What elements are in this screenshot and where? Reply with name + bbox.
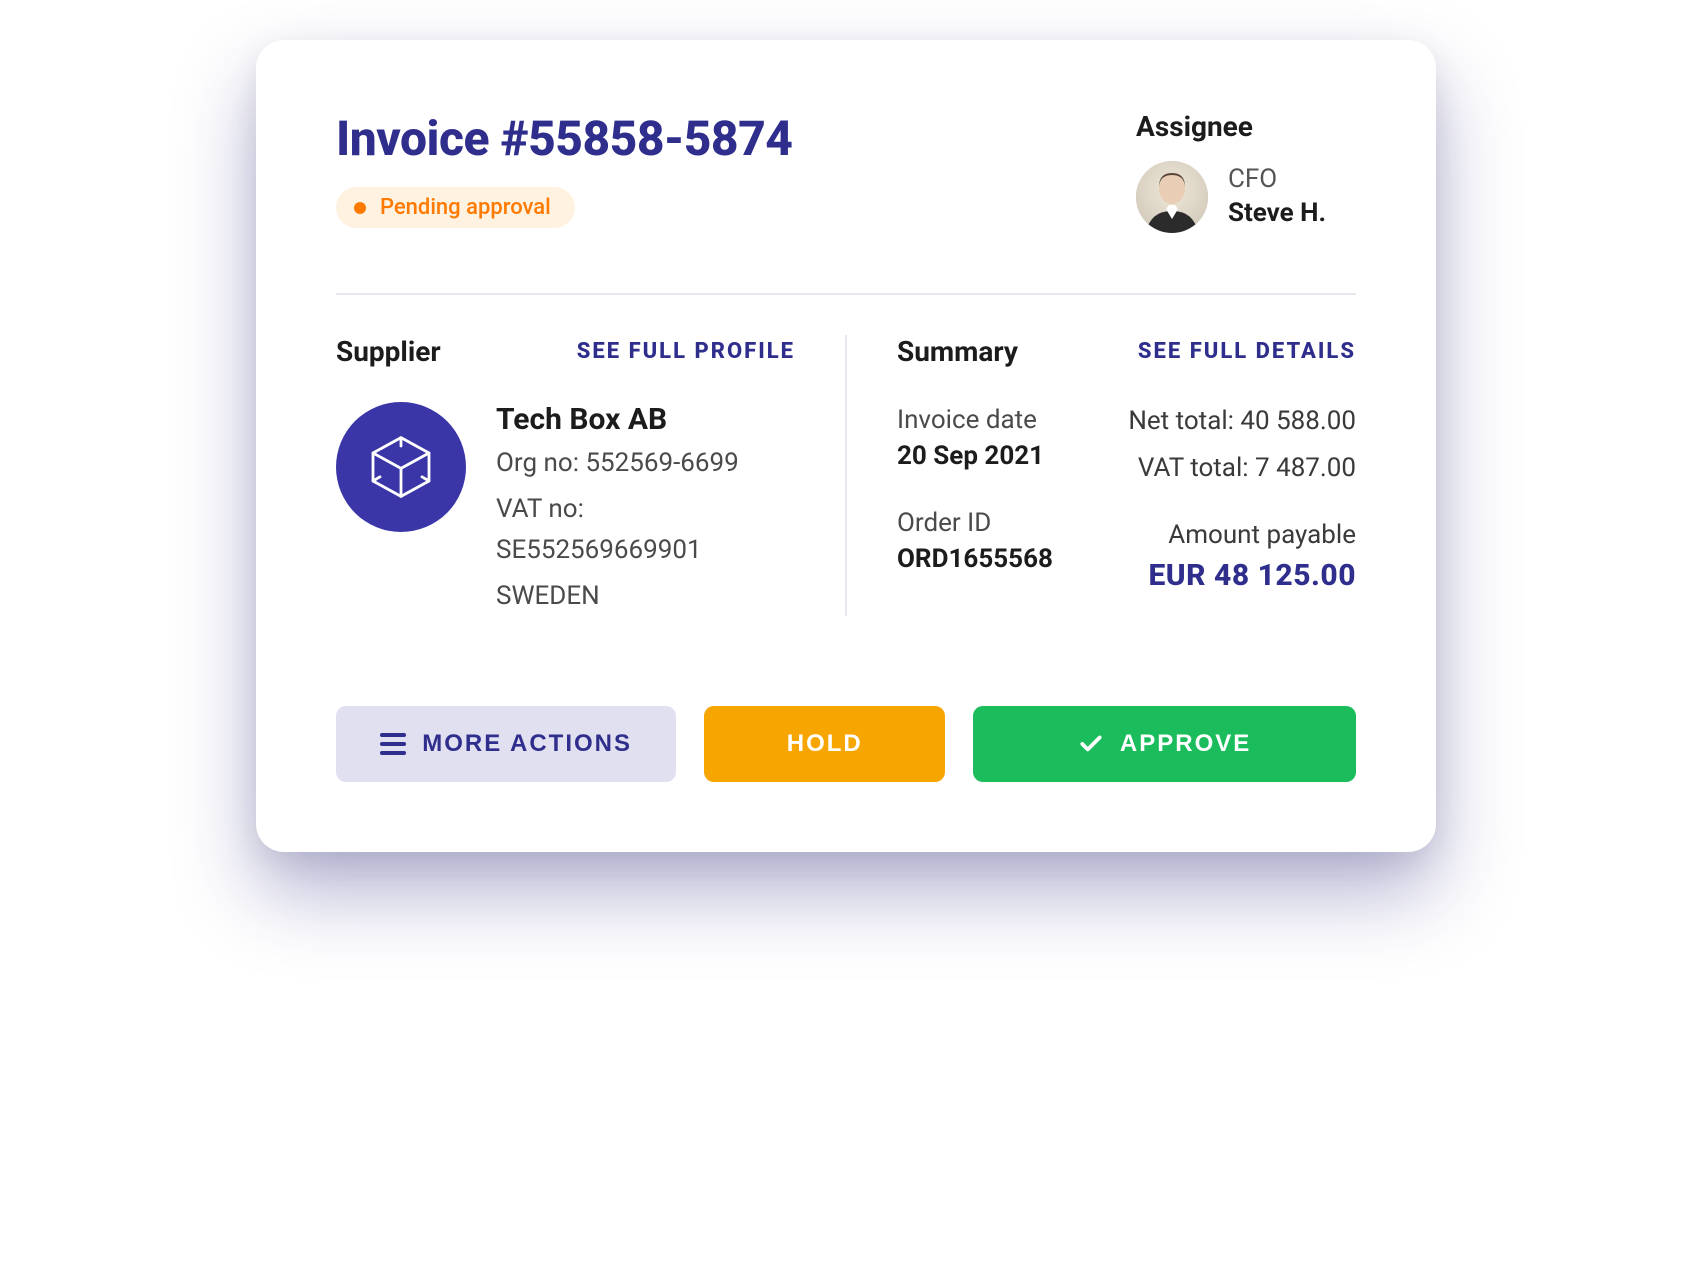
page-title: Invoice #55858-5874 [336, 110, 1136, 167]
title-block: Invoice #55858-5874 Pending approval [336, 110, 1136, 228]
vat-total-line: VAT total: 7 487.00 [1138, 449, 1356, 488]
more-actions-label: MORE ACTIONS [422, 730, 632, 758]
avatar [1136, 161, 1208, 233]
action-bar: MORE ACTIONS HOLD APPROVE [336, 706, 1356, 782]
hold-button[interactable]: HOLD [704, 706, 945, 782]
hold-label: HOLD [787, 730, 863, 758]
assignee-role: CFO [1228, 163, 1326, 197]
supplier-row: Tech Box AB Org no: 552569-6699 VAT no: … [336, 402, 795, 616]
assignee-text: CFO Steve H. [1228, 163, 1326, 231]
assignee-section-label: Assignee [1136, 110, 1356, 143]
supplier-logo [336, 402, 466, 532]
status-dot-icon [354, 202, 366, 214]
summary-head: Summary SEE FULL DETAILS [897, 335, 1356, 368]
summary-left: Invoice date 20 Sep 2021 Order ID ORD165… [897, 402, 1053, 593]
summary-right: Net total: 40 588.00 VAT total: 7 487.00… [1128, 402, 1356, 593]
amount-payable-value: EUR 48 125.00 [1148, 558, 1356, 593]
assignee-block: Assignee [1136, 110, 1356, 233]
see-full-profile-link[interactable]: SEE FULL PROFILE [577, 339, 795, 364]
assignee-row[interactable]: CFO Steve H. [1136, 161, 1356, 233]
check-icon [1078, 731, 1104, 757]
summary-section-label: Summary [897, 335, 1018, 368]
invoice-date-label: Invoice date [897, 402, 1053, 438]
status-badge: Pending approval [336, 187, 575, 228]
assignee-name: Steve H. [1228, 197, 1326, 231]
summary-grid: Invoice date 20 Sep 2021 Order ID ORD165… [897, 402, 1356, 593]
approve-button[interactable]: APPROVE [973, 706, 1356, 782]
header-row: Invoice #55858-5874 Pending approval Ass… [336, 110, 1356, 233]
supplier-org-no: Org no: 552569-6699 [496, 443, 795, 483]
invoice-card: Invoice #55858-5874 Pending approval Ass… [256, 40, 1436, 852]
see-full-details-link[interactable]: SEE FULL DETAILS [1138, 339, 1356, 364]
menu-icon [380, 733, 406, 755]
approve-label: APPROVE [1120, 730, 1251, 758]
supplier-name: Tech Box AB [496, 402, 795, 437]
section-divider [336, 293, 1356, 295]
order-id-label: Order ID [897, 505, 1053, 541]
summary-column: Summary SEE FULL DETAILS Invoice date 20… [847, 335, 1356, 616]
order-id-value: ORD1655568 [897, 541, 1053, 577]
supplier-country: SWEDEN [496, 576, 795, 616]
supplier-head: Supplier SEE FULL PROFILE [336, 335, 795, 368]
detail-columns: Supplier SEE FULL PROFILE [336, 335, 1356, 616]
supplier-section-label: Supplier [336, 335, 441, 368]
amount-payable-label: Amount payable [1168, 520, 1356, 550]
order-id-block: Order ID ORD1655568 [897, 505, 1053, 578]
invoice-date-value: 20 Sep 2021 [897, 438, 1053, 474]
status-label: Pending approval [380, 195, 551, 220]
supplier-column: Supplier SEE FULL PROFILE [336, 335, 847, 616]
box-icon [366, 432, 436, 502]
supplier-info: Tech Box AB Org no: 552569-6699 VAT no: … [496, 402, 795, 616]
supplier-vat-no: VAT no: SE552569669901 [496, 489, 795, 570]
more-actions-button[interactable]: MORE ACTIONS [336, 706, 676, 782]
net-total-line: Net total: 40 588.00 [1128, 402, 1356, 441]
invoice-date-block: Invoice date 20 Sep 2021 [897, 402, 1053, 475]
avatar-image [1136, 161, 1208, 233]
